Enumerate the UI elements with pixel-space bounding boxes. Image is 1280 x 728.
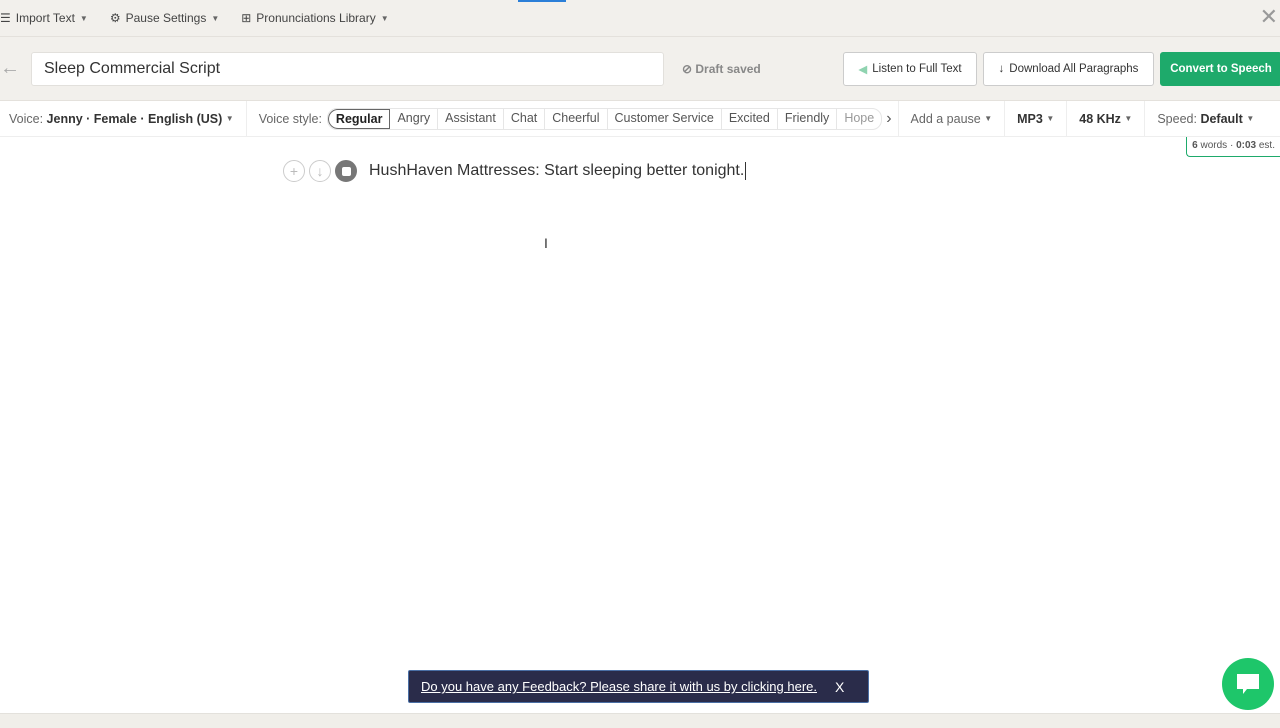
chat-button[interactable]: [1222, 658, 1274, 710]
title-input[interactable]: [31, 52, 664, 86]
style-excited[interactable]: Excited: [722, 108, 778, 129]
voice-style-options: Regular Angry Assistant Chat Cheerful Cu…: [326, 107, 883, 130]
feedback-banner: Do you have any Feedback? Please share i…: [408, 670, 869, 703]
paragraph-row: + ↓ HushHaven Mattresses: Start sleeping…: [283, 160, 747, 182]
caret-down-icon: ▼: [1246, 114, 1255, 123]
voice-toolbar: Voice: Jenny · Female · English (US) ▼ V…: [0, 100, 1280, 137]
gear-icon: ⚙: [109, 11, 121, 25]
text-cursor-icon: I: [544, 235, 548, 251]
chevron-right-icon[interactable]: ›: [886, 110, 891, 128]
convert-to-speech-button[interactable]: Convert to Speech: [1160, 52, 1280, 86]
top-menu-bar: ☰ Import Text ▼ ⚙ Pause Settings ▼ ⊞ Pronunci…: [0, 0, 1280, 37]
draft-status: ⊘ Draft saved: [682, 62, 761, 76]
import-icon: ☰: [0, 11, 11, 25]
active-tab-indicator: [518, 0, 566, 2]
back-arrow-icon[interactable]: ←: [0, 57, 20, 80]
pause-settings-menu[interactable]: ⚙ Pause Settings ▼: [110, 11, 219, 25]
caret-down-icon: ▼: [211, 13, 220, 23]
style-angry[interactable]: Angry: [390, 108, 439, 129]
style-hope[interactable]: Hope: [837, 109, 881, 129]
header: ← ⊘ Draft saved ◀Listen to Full Text ↓Do…: [0, 37, 1280, 101]
caret-down-icon: ▼: [984, 114, 993, 123]
listen-full-text-button[interactable]: ◀ Listen to Full Text: [843, 52, 977, 86]
caret-down-icon: ▼: [225, 114, 234, 123]
style-regular[interactable]: Regular: [327, 108, 391, 129]
style-assistant[interactable]: Assistant: [438, 108, 504, 129]
style-chat[interactable]: Chat: [504, 108, 546, 129]
feedback-link[interactable]: Do you have any Feedback? Please share i…: [421, 679, 817, 694]
bottom-bar: [0, 713, 1280, 728]
caret-down-icon: ▼: [1124, 114, 1133, 123]
caret-down-icon: ▼: [79, 13, 88, 23]
voice-select[interactable]: Voice: Jenny · Female · English (US) ▼: [0, 100, 247, 137]
caret-down-icon: ▼: [1046, 114, 1055, 123]
paragraph-text[interactable]: HushHaven Mattresses: Start sleeping bet…: [369, 162, 747, 180]
grid-icon: ⊞: [241, 11, 252, 25]
voice-style-group: Voice style: Regular Angry Assistant Cha…: [247, 100, 899, 137]
style-cheerful[interactable]: Cheerful: [545, 108, 608, 129]
speaker-icon: ◀: [858, 64, 868, 76]
caret-down-icon: ▼: [380, 13, 389, 23]
download-paragraph-icon[interactable]: ↓: [309, 160, 331, 182]
word-count-badge: 6 words · 0:03 est.: [1186, 137, 1280, 157]
format-select[interactable]: MP3 ▼: [1005, 100, 1068, 137]
speed-select[interactable]: Speed: Default ▼: [1145, 101, 1266, 137]
add-pause-select[interactable]: Add a pause ▼: [899, 100, 1006, 137]
chat-bubble-icon: [1237, 674, 1259, 694]
pronunciations-library-menu[interactable]: ⊞ Pronunciations Library ▼: [241, 11, 388, 25]
style-customer-service[interactable]: Customer Service: [608, 108, 722, 129]
stop-icon[interactable]: [335, 160, 357, 182]
close-icon[interactable]: ✕: [1260, 6, 1278, 28]
download-icon: ↓: [998, 63, 1005, 75]
add-paragraph-icon[interactable]: +: [283, 160, 305, 182]
download-all-paragraphs-button[interactable]: ↓ Download All Paragraphs: [983, 52, 1154, 86]
sample-rate-select[interactable]: 48 KHz ▼: [1067, 100, 1146, 137]
import-text-menu[interactable]: ☰ Import Text ▼: [0, 11, 88, 25]
style-friendly[interactable]: Friendly: [778, 108, 838, 129]
feedback-close-button[interactable]: X: [835, 679, 844, 695]
